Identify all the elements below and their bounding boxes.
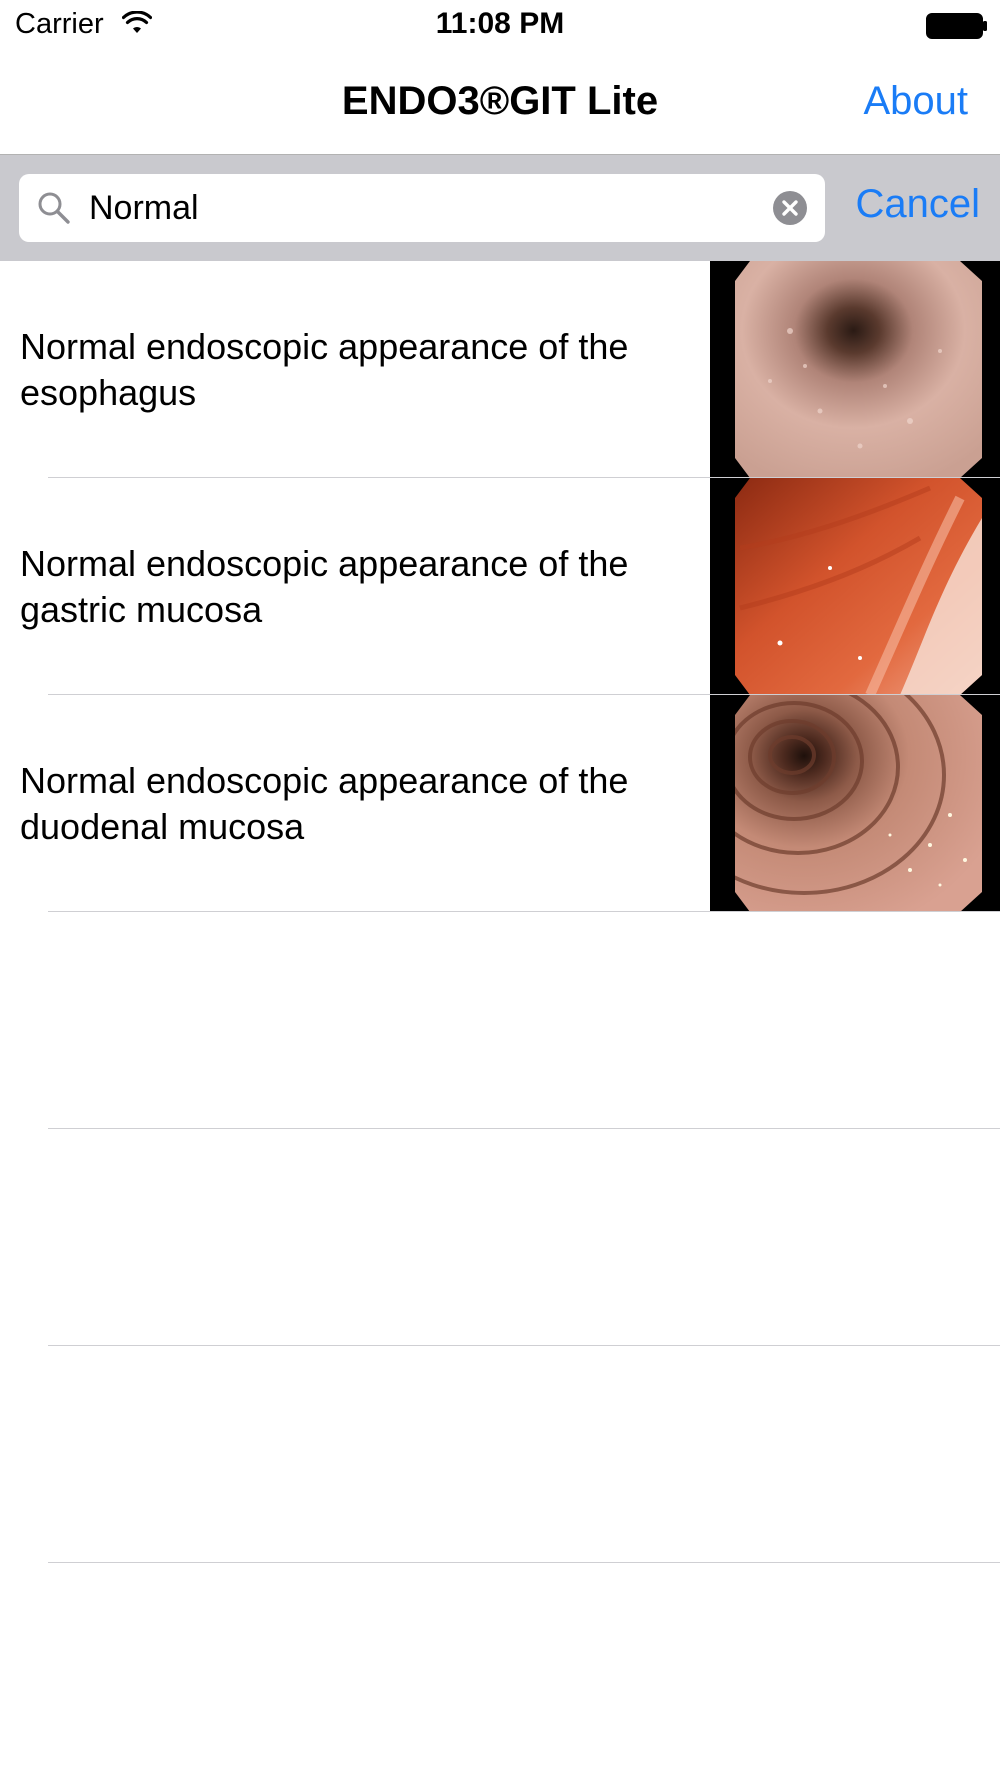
app-screen: Carrier 11:08 PM ENDO3®GIT Lite About No…: [0, 0, 1000, 1778]
page-title: ENDO3®GIT Lite: [341, 79, 659, 123]
list-item-title-line2: esophagus: [20, 371, 197, 413]
search-field[interactable]: [19, 174, 825, 242]
list-item-title-line2: gastric mucosa: [20, 588, 263, 630]
empty-row: [0, 912, 1000, 1129]
status-bar: Carrier 11:08 PM: [0, 0, 1000, 50]
list-item[interactable]: Normal endoscopic appearance of the gast…: [0, 478, 1000, 695]
empty-row: [0, 1346, 1000, 1563]
gastric-mucosa-endoscopy-thumbnail: [710, 478, 1000, 695]
status-time: 11:08 PM: [435, 7, 565, 40]
search-icon: [38, 192, 70, 224]
list-item-title-line2: duodenal mucosa: [20, 805, 305, 847]
row-separator: [48, 1562, 1000, 1563]
list-item-label: Normal endoscopic appearance of the duod…: [20, 695, 700, 912]
list-item-title-line1: Normal endoscopic appearance of the: [20, 542, 629, 584]
list-item[interactable]: Normal endoscopic appearance of the esop…: [0, 261, 1000, 478]
clear-icon[interactable]: [772, 190, 808, 226]
search-input[interactable]: [89, 174, 769, 242]
empty-row: [0, 1129, 1000, 1346]
esophagus-endoscopy-thumbnail: [710, 261, 1000, 478]
list-item-title-line1: Normal endoscopic appearance of the: [20, 759, 629, 801]
battery-icon: [926, 13, 987, 39]
list-item-label: Normal endoscopic appearance of the esop…: [20, 261, 700, 478]
search-bar: Cancel: [0, 155, 1000, 262]
navigation-bar: ENDO3®GIT Lite About: [0, 50, 1000, 155]
about-button[interactable]: About: [863, 79, 968, 124]
duodenal-mucosa-endoscopy-thumbnail: [710, 695, 1000, 912]
list-item-label: Normal endoscopic appearance of the gast…: [20, 478, 700, 695]
list-item-title-line1: Normal endoscopic appearance of the: [20, 325, 629, 367]
results-list: Normal endoscopic appearance of the esop…: [0, 261, 1000, 1563]
list-item[interactable]: Normal endoscopic appearance of the duod…: [0, 695, 1000, 912]
cancel-button[interactable]: Cancel: [855, 182, 980, 227]
